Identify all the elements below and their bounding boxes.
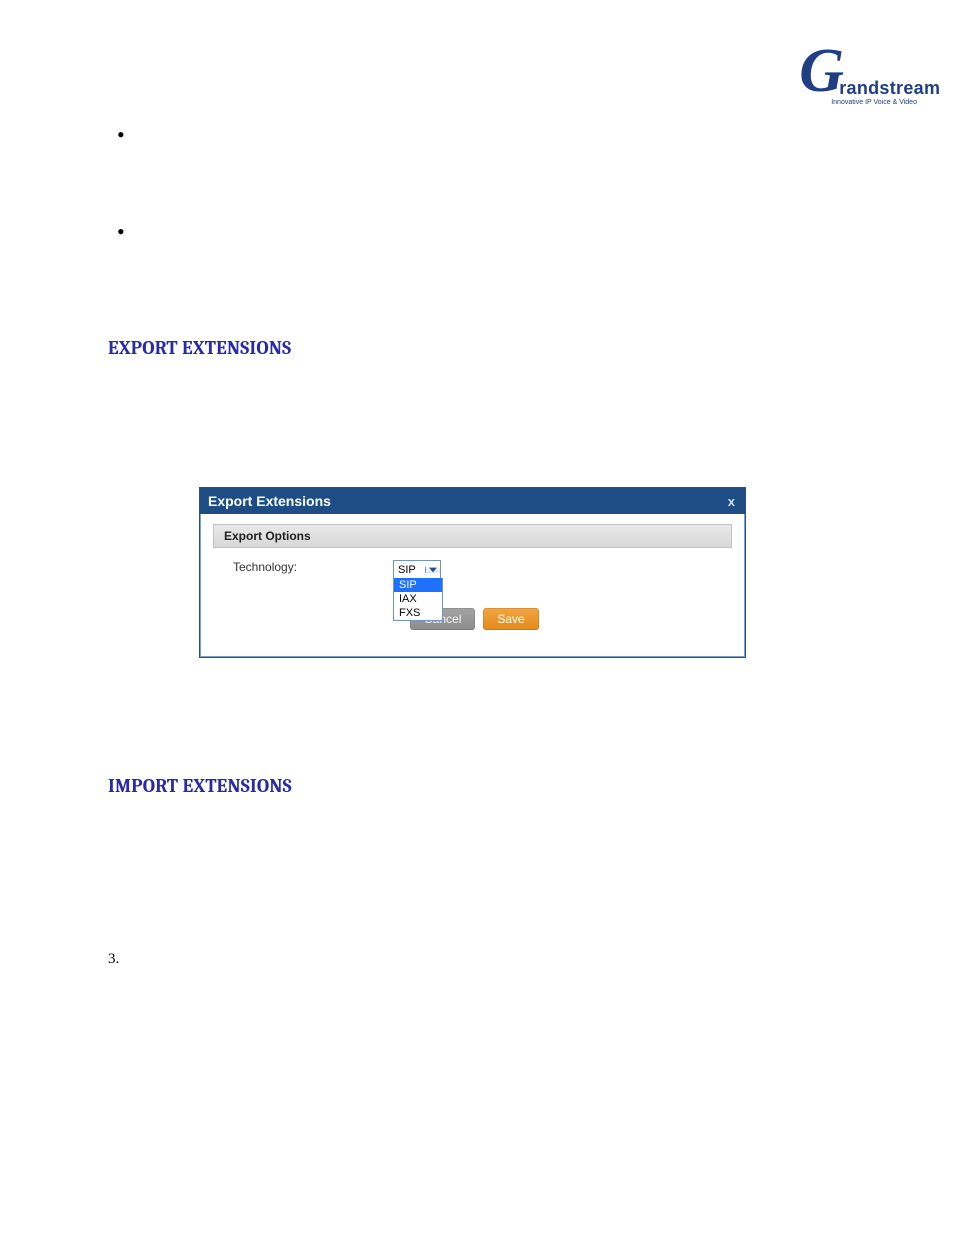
technology-option-sip[interactable]: SIP bbox=[394, 578, 442, 592]
chevron-down-icon[interactable] bbox=[425, 567, 440, 573]
dialog-titlebar: Export Extensions x bbox=[200, 488, 745, 514]
list-item-number-3: 3. bbox=[108, 951, 119, 968]
technology-option-fxs[interactable]: FXS bbox=[394, 606, 442, 620]
technology-options-list: SIP IAX FXS bbox=[393, 578, 443, 621]
logo-glyph: G bbox=[799, 37, 844, 105]
section-header-export-options: Export Options bbox=[213, 524, 732, 548]
bullet-icon: • bbox=[117, 221, 125, 243]
brand-logo: G randstream Innovative IP Voice & Video bbox=[799, 50, 844, 96]
dialog-title: Export Extensions bbox=[208, 493, 331, 509]
bullet-icon: • bbox=[117, 124, 125, 146]
heading-export-extensions: EXPORT EXTENSIONS bbox=[108, 337, 291, 359]
technology-select[interactable]: SIP bbox=[393, 560, 441, 580]
technology-option-iax[interactable]: IAX bbox=[394, 592, 442, 606]
export-extensions-dialog: Export Extensions x Export Options Techn… bbox=[200, 488, 745, 657]
logo-wordmark: randstream bbox=[839, 78, 940, 99]
label-technology: Technology: bbox=[213, 560, 393, 574]
save-button[interactable]: Save bbox=[483, 608, 538, 630]
close-icon[interactable]: x bbox=[728, 494, 735, 509]
technology-selected-value: SIP bbox=[394, 564, 425, 576]
heading-import-extensions: IMPORT EXTENSIONS bbox=[108, 775, 292, 797]
logo-tagline: Innovative IP Voice & Video bbox=[831, 99, 917, 106]
